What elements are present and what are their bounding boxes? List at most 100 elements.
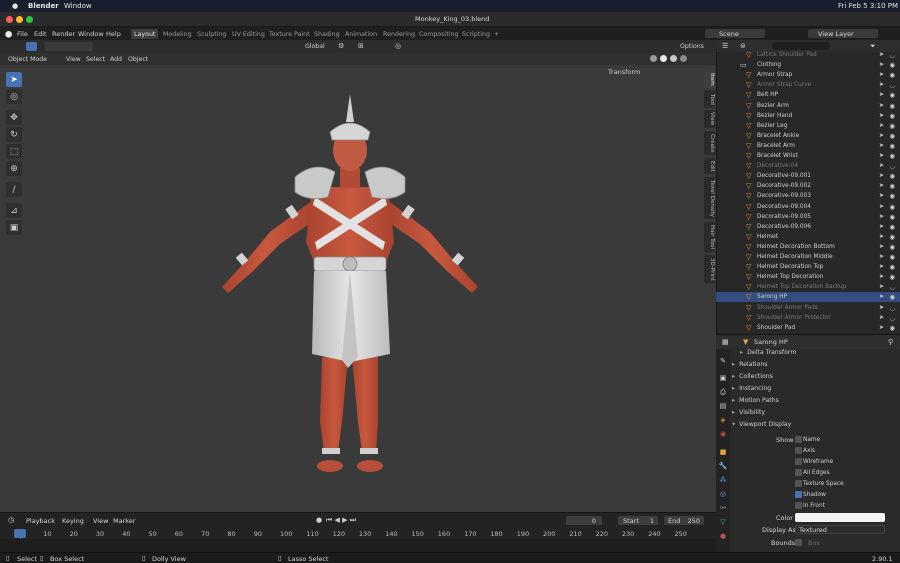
visibility-eye-icon[interactable]: ◉ — [889, 263, 895, 271]
pivot-icon[interactable]: ⚙ — [338, 42, 344, 50]
section-visibility[interactable]: ▸ Visibility — [732, 409, 896, 420]
outliner-row[interactable]: ▽ Helmet ➤ ◉ — [716, 232, 900, 242]
display-as-dropdown[interactable]: Textured — [795, 525, 885, 534]
view-layer-tab-icon[interactable]: ▤ — [718, 401, 728, 411]
outliner-row[interactable]: ▽ Helmet Decoration Middle ➤ ◉ — [716, 252, 900, 262]
selectable-toggle-icon[interactable]: ➤ — [879, 102, 884, 109]
transform-panel-header[interactable]: Transform — [608, 69, 640, 76]
pin-icon[interactable]: ⚲ — [888, 338, 893, 346]
selectable-toggle-icon[interactable]: ➤ — [879, 172, 884, 179]
viewport-menu-add[interactable]: Add — [110, 56, 122, 63]
visibility-eye-icon[interactable]: ◉ — [889, 152, 895, 160]
apple-icon[interactable]: ● — [12, 2, 18, 10]
visibility-eye-icon[interactable]: ◡ — [889, 304, 895, 312]
scene-tab-icon[interactable]: ◈ — [718, 415, 728, 425]
end-frame-field[interactable]: End 250 — [664, 516, 704, 525]
menu-help[interactable]: Help — [106, 30, 121, 38]
timeline-menu-view[interactable]: View — [93, 518, 108, 525]
outliner-row[interactable]: ▽ Decorative-09.004 ➤ ◉ — [716, 202, 900, 212]
outliner-row[interactable]: ▽ Helmet Top Decoration ➤ ◉ — [716, 272, 900, 282]
scene-selector[interactable]: Scene — [705, 29, 765, 38]
visibility-eye-icon[interactable]: ◡ — [889, 283, 895, 291]
outliner-editor-icon[interactable]: ☰ — [722, 42, 728, 50]
shadow-checkbox[interactable] — [795, 491, 802, 498]
selectable-toggle-icon[interactable]: ➤ — [879, 142, 884, 149]
outliner-row[interactable]: ▽ Decorative-04 ➤ ◡ — [716, 161, 900, 171]
add-workspace-button[interactable]: + — [491, 29, 502, 39]
shading-mode-buttons[interactable] — [648, 55, 698, 63]
outliner-row[interactable]: ▽ Sarong HP ➤ ◉ — [716, 292, 900, 303]
minimize-window-button[interactable] — [16, 16, 23, 23]
sidetab-create[interactable]: Create — [704, 131, 715, 155]
visibility-eye-icon[interactable]: ◉ — [889, 253, 895, 261]
proportional-edit-icon[interactable]: ◎ — [395, 42, 401, 50]
visibility-eye-icon[interactable]: ◉ — [889, 192, 895, 200]
outliner-row[interactable]: ▽ Armor Strap Curve ➤ ◡ — [716, 80, 900, 90]
viewport-menu-object[interactable]: Object — [128, 56, 148, 63]
section-motion-paths[interactable]: ▸ Motion Paths — [732, 397, 896, 408]
outliner-row[interactable]: ▽ Shoulder Armor Pads ➤ ◡ — [716, 303, 900, 313]
menu-file[interactable]: File — [17, 30, 28, 38]
sidetab-tool[interactable]: Tool — [704, 90, 715, 108]
display-mode-icon[interactable]: ⊜ — [740, 42, 746, 50]
timeline-track-area[interactable] — [0, 539, 716, 552]
world-tab-icon[interactable]: ◉ — [718, 429, 728, 439]
selectable-toggle-icon[interactable]: ➤ — [879, 223, 884, 230]
visibility-eye-icon[interactable]: ◡ — [889, 162, 895, 170]
section-collections[interactable]: ▸ Collections — [732, 373, 896, 384]
selectable-toggle-icon[interactable]: ➤ — [879, 192, 884, 199]
close-window-button[interactable] — [6, 16, 13, 23]
menu-render[interactable]: Render — [52, 30, 75, 38]
view-layer-selector[interactable]: View Layer — [808, 29, 878, 38]
outliner-row[interactable]: ▽ Helmet Top Decoration Backup ➤ ◡ — [716, 282, 900, 292]
visibility-eye-icon[interactable]: ◉ — [889, 112, 895, 120]
viewport-menu-select[interactable]: Select — [86, 56, 105, 63]
outliner-row[interactable]: ▽ Decorative-09.002 ➤ ◉ — [716, 181, 900, 191]
outliner-row[interactable]: ▽ Armor Strap ➤ ◉ — [716, 70, 900, 80]
selectable-toggle-icon[interactable]: ➤ — [879, 91, 884, 98]
selectable-toggle-icon[interactable]: ➤ — [879, 283, 884, 290]
tab-uv-editing[interactable]: UV Editing — [229, 29, 268, 39]
visibility-eye-icon[interactable]: ◉ — [889, 293, 895, 301]
visibility-eye-icon[interactable]: ◡ — [889, 314, 895, 322]
modifier-tab-icon[interactable]: 🔧 — [718, 461, 728, 471]
rotate-tool-button[interactable]: ↻ — [6, 127, 22, 142]
tab-rendering[interactable]: Rendering — [380, 29, 418, 39]
playback-controls[interactable]: ● ⏮ ◀ ▶ ⏭ — [316, 516, 376, 525]
selectable-toggle-icon[interactable]: ➤ — [879, 71, 884, 78]
select-box-tool-button[interactable] — [26, 42, 37, 51]
app-name[interactable]: Blender — [28, 2, 59, 10]
section-viewport-display[interactable]: ▾ Viewport Display — [732, 421, 896, 432]
timeline-ruler[interactable]: 0102030405060708090100110120130140150160… — [0, 529, 716, 539]
outliner-row[interactable]: ▽ Decorative-09.006 ➤ ◉ — [716, 222, 900, 232]
axis-checkbox[interactable] — [795, 447, 802, 454]
move-tool-button[interactable]: ✥ — [6, 110, 22, 125]
sidetab-hair-tool[interactable]: Hair Tool — [704, 222, 715, 252]
visibility-eye-icon[interactable]: ◉ — [889, 71, 895, 79]
datetime[interactable]: Fri Feb 5 3:10 PM — [838, 2, 898, 10]
outliner-row[interactable]: ▽ Belt HP ➤ ◉ — [716, 90, 900, 100]
constraints-tab-icon[interactable]: ⚯ — [718, 503, 728, 513]
selectable-toggle-icon[interactable]: ➤ — [879, 61, 884, 68]
measure-tool-button[interactable]: ⊿ — [6, 203, 22, 218]
outliner-row[interactable]: ▽ Decorative-09.005 ➤ ◉ — [716, 212, 900, 222]
maximize-window-button[interactable] — [26, 16, 33, 23]
outliner-row[interactable]: ▽ Bezier Arm ➤ ◉ — [716, 101, 900, 111]
selectable-toggle-icon[interactable]: ➤ — [879, 122, 884, 129]
timeline-editor-icon[interactable]: ◷ — [8, 516, 14, 524]
tab-modeling[interactable]: Modeling — [160, 29, 195, 39]
name-checkbox[interactable] — [795, 436, 802, 443]
wireframe-checkbox[interactable] — [795, 458, 802, 465]
sidetab-item[interactable]: Item — [704, 70, 715, 88]
add-cube-tool-button[interactable]: ▣ — [6, 220, 22, 235]
selectable-toggle-icon[interactable]: ➤ — [879, 182, 884, 189]
start-frame-field[interactable]: Start 1 — [618, 516, 658, 525]
sidetab-view[interactable]: View — [704, 110, 715, 128]
visibility-eye-icon[interactable]: ◉ — [889, 91, 895, 99]
selectable-toggle-icon[interactable]: ➤ — [879, 152, 884, 159]
select-tool-button[interactable]: ➤ — [6, 72, 22, 87]
particles-tab-icon[interactable]: ⁂ — [718, 475, 728, 485]
blender-logo-icon[interactable]: ⬤ — [5, 30, 12, 38]
bounds-checkbox[interactable] — [795, 539, 802, 546]
section-relations[interactable]: ▸ Relations — [732, 361, 896, 372]
